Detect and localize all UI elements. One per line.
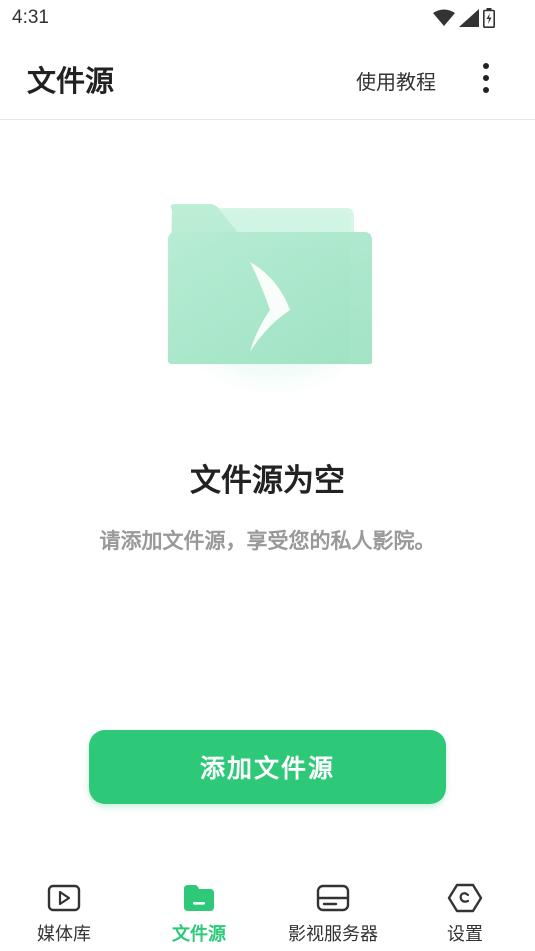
folder-icon <box>181 880 217 916</box>
nav-label: 媒体库 <box>37 924 91 945</box>
empty-state-title: 文件源为空 <box>190 463 345 499</box>
nav-item-media-library[interactable]: 媒体库 <box>37 880 91 946</box>
wifi-icon <box>433 9 455 31</box>
add-file-source-button[interactable]: 添加文件源 <box>89 730 446 804</box>
nav-label: 设置 <box>447 924 483 945</box>
nav-item-media-server[interactable]: 影视服务器 <box>288 880 378 946</box>
status-bar: 4:31 <box>0 0 535 38</box>
page-title: 文件源 <box>27 64 115 98</box>
status-icons <box>433 8 495 32</box>
more-button[interactable] <box>470 58 502 98</box>
bottom-nav: 媒体库 文件源 影视服务器 设置 <box>0 880 535 951</box>
more-vertical-icon <box>483 63 489 69</box>
more-dot <box>483 87 489 93</box>
nav-item-settings[interactable]: 设置 <box>447 880 483 946</box>
signal-icon <box>459 9 479 31</box>
settings-icon <box>447 880 483 916</box>
folder-play-icon <box>150 170 400 400</box>
battery-icon <box>483 8 495 32</box>
nav-label: 影视服务器 <box>288 924 378 945</box>
tutorial-link[interactable]: 使用教程 <box>356 66 436 95</box>
status-time: 4:31 <box>12 7 49 28</box>
app-bar: 文件源 使用教程 <box>0 38 535 120</box>
nav-label: 文件源 <box>172 924 226 945</box>
media-library-icon <box>46 880 82 916</box>
empty-state-description: 请添加文件源，享受您的私人影院。 <box>99 529 436 553</box>
server-icon <box>315 880 351 916</box>
more-dot <box>483 75 489 81</box>
nav-item-file-source[interactable]: 文件源 <box>172 880 226 946</box>
screen: 4:31 文件源 使用教程 文件源为空 请添加文件源，享受您的私人影院。 添加文… <box>0 0 535 951</box>
